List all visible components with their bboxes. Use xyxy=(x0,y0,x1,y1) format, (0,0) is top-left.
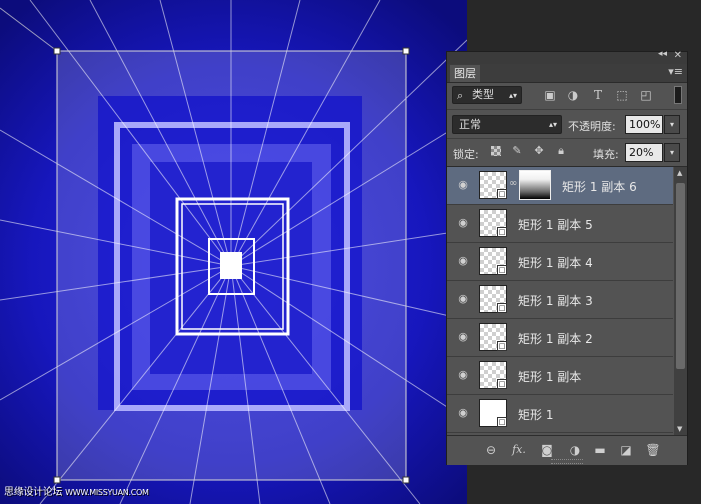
vector-shape-badge-icon: □ xyxy=(497,265,507,275)
shape-layer-filter-icon[interactable]: ⬚ xyxy=(615,88,629,102)
document-canvas[interactable] xyxy=(0,0,467,504)
fill-input[interactable]: 20% xyxy=(625,143,663,162)
lock-position-move-icon[interactable]: ✥ xyxy=(533,145,545,157)
smart-object-filter-icon[interactable]: ◰ xyxy=(639,88,653,102)
visibility-eye-icon[interactable]: ◉ xyxy=(455,369,471,381)
layer-name[interactable]: 矩形 1 副本 4 xyxy=(518,254,593,271)
canvas-artwork xyxy=(0,0,467,504)
filter-toggle[interactable] xyxy=(674,86,682,104)
add-mask-icon[interactable]: ◙ xyxy=(539,443,555,457)
pixel-layer-filter-icon[interactable]: ▣ xyxy=(543,88,557,102)
layer-name[interactable]: 矩形 1 xyxy=(518,406,553,423)
layer-row[interactable]: ◉ □ 矩形 1 副本 2 xyxy=(447,319,673,357)
layer-thumbnail[interactable]: □ xyxy=(479,399,507,427)
layer-list[interactable]: ◉ □ ∞ 矩形 1 副本 6 ◉ □ 矩形 1 副本 5 ◉ □ 矩形 1 副… xyxy=(447,167,673,435)
new-group-folder-icon[interactable]: ▬ xyxy=(592,443,608,457)
layer-row[interactable]: ◉ □ 矩形 1 副本 xyxy=(447,357,673,395)
layer-mask-thumbnail[interactable] xyxy=(519,170,551,200)
layer-list-scrollbar[interactable]: ▲ ▼ xyxy=(674,167,687,435)
lock-pixels-brush-icon[interactable]: ✎ xyxy=(511,145,523,157)
opacity-input[interactable]: 100% xyxy=(625,115,663,134)
visibility-eye-icon[interactable]: ◉ xyxy=(455,331,471,343)
layer-thumbnail[interactable]: □ xyxy=(479,361,507,389)
mask-link-chain-icon[interactable]: ∞ xyxy=(509,178,517,189)
filter-kind-select[interactable]: ⌕ 类型 ▴▾ xyxy=(452,86,522,104)
layer-row[interactable]: ◉ □ 矩形 1 副本 5 xyxy=(447,205,673,243)
panel-menu-icon[interactable]: ▾≡ xyxy=(668,65,683,78)
scrollbar-thumb[interactable] xyxy=(676,183,685,369)
tab-layers[interactable]: 图层 xyxy=(450,65,480,82)
vector-shape-badge-icon: □ xyxy=(497,379,507,389)
layer-name[interactable]: 矩形 1 副本 2 xyxy=(518,330,593,347)
collapse-icon[interactable]: ◂◂ xyxy=(658,49,667,59)
layer-name[interactable]: 矩形 1 副本 5 xyxy=(518,216,593,233)
layer-row[interactable]: ◉ □ ∞ 矩形 1 副本 6 xyxy=(447,167,673,205)
filter-kind-label: 类型 xyxy=(472,88,494,101)
layer-name[interactable]: 矩形 1 副本 3 xyxy=(518,292,593,309)
fx-layer-style-icon[interactable]: fx. xyxy=(511,443,527,457)
lock-label: 锁定: xyxy=(453,148,479,161)
layer-name[interactable]: 矩形 1 副本 6 xyxy=(562,178,637,195)
chevron-updown-icon: ▴▾ xyxy=(508,91,517,100)
layer-thumbnail[interactable]: □ xyxy=(479,247,507,275)
opacity-dropdown-button[interactable]: ▾ xyxy=(664,115,680,134)
close-icon[interactable]: ✕ xyxy=(674,50,682,61)
panel-titlebar[interactable]: ◂◂ ✕ xyxy=(447,49,687,64)
link-layers-icon[interactable]: ⊖ xyxy=(483,443,499,457)
visibility-eye-icon[interactable]: ◉ xyxy=(455,217,471,229)
fill-label: 填充: xyxy=(593,148,619,161)
watermark-url: WWW.MISSYUAN.COM xyxy=(65,488,149,497)
layer-row[interactable]: ◉ □ 矩形 1 xyxy=(447,395,673,433)
new-layer-icon[interactable]: ◪ xyxy=(618,443,634,457)
layer-thumbnail[interactable]: □ xyxy=(479,323,507,351)
blend-row: 正常 ▴▾ 不透明度: 100% ▾ xyxy=(447,110,687,139)
layer-row[interactable]: ◉ □ 矩形 1 副本 4 xyxy=(447,243,673,281)
watermark: 思缘设计论坛 WWW.MISSYUAN.COM xyxy=(4,483,149,498)
adjustment-layer-filter-icon[interactable]: ◑ xyxy=(566,88,580,102)
layers-panel[interactable]: ◂◂ ✕ 图层 ▾≡ ⌕ 类型 ▴▾ ▣ ◑ T ⬚ ◰ 正常 ▴▾ 不透明度:… xyxy=(446,49,688,465)
new-adjustment-layer-icon[interactable]: ◑ xyxy=(567,443,583,457)
layer-name[interactable]: 矩形 1 副本 xyxy=(518,368,581,385)
layer-filter-row: ⌕ 类型 ▴▾ ▣ ◑ T ⬚ ◰ xyxy=(447,83,687,110)
watermark-text: 思缘设计论坛 xyxy=(4,487,63,498)
visibility-eye-icon[interactable]: ◉ xyxy=(455,407,471,419)
scroll-up-icon[interactable]: ▲ xyxy=(677,169,682,177)
type-layer-filter-icon[interactable]: T xyxy=(591,88,605,102)
blend-mode-value: 正常 xyxy=(459,118,481,131)
layer-row[interactable]: ◉ □ 矩形 1 副本 3 xyxy=(447,281,673,319)
visibility-eye-icon[interactable]: ◉ xyxy=(455,255,471,267)
opacity-label: 不透明度: xyxy=(568,120,616,133)
layer-thumbnail[interactable]: □ xyxy=(479,209,507,237)
blend-mode-select[interactable]: 正常 ▴▾ xyxy=(452,115,562,134)
layers-bottom-toolbar: ⊖ fx. ◙ ◑ ▬ ◪ 🗑︎ xyxy=(447,435,687,465)
panel-tabbar: 图层 ▾≡ xyxy=(447,64,687,83)
vector-shape-badge-icon: □ xyxy=(497,417,507,427)
vector-shape-badge-icon: □ xyxy=(497,227,507,237)
vector-shape-badge-icon: □ xyxy=(497,341,507,351)
panel-resize-grip[interactable] xyxy=(551,459,583,464)
visibility-eye-icon[interactable]: ◉ xyxy=(455,179,471,191)
search-icon: ⌕ xyxy=(457,89,464,102)
chevron-updown-icon: ▴▾ xyxy=(548,120,557,129)
layer-thumbnail[interactable]: □ xyxy=(479,285,507,313)
vector-shape-badge-icon: □ xyxy=(497,189,507,199)
lock-transparency-icon[interactable] xyxy=(491,146,501,156)
delete-layer-trash-icon[interactable]: 🗑︎ xyxy=(645,443,661,457)
lock-all-icon[interactable]: 🔒︎ xyxy=(555,145,567,157)
layer-thumbnail[interactable]: □ xyxy=(479,171,507,199)
vector-shape-badge-icon: □ xyxy=(497,303,507,313)
visibility-eye-icon[interactable]: ◉ xyxy=(455,293,471,305)
fill-dropdown-button[interactable]: ▾ xyxy=(664,143,680,162)
scroll-down-icon[interactable]: ▼ xyxy=(677,425,682,433)
lock-row: 锁定: ✎ ✥ 🔒︎ 填充: 20% ▾ xyxy=(447,139,687,167)
